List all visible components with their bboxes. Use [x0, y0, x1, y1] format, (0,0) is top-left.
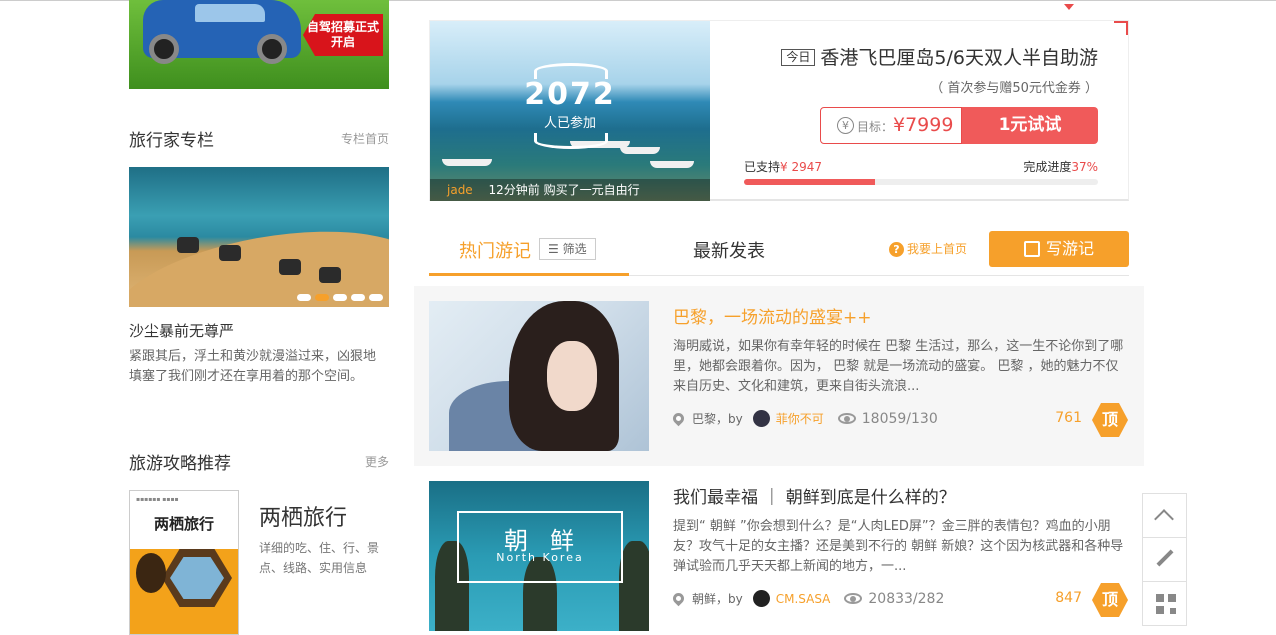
travelogue-tabs: 热门游记 ☰ 筛选 最新发表 ? 我要上首页 写游记: [429, 230, 1129, 276]
purchase-ticker: jade 12分钟前 购买了一元自由行: [430, 179, 710, 201]
guide-title[interactable]: 两栖旅行: [259, 500, 347, 532]
post-meta: 朝鲜，by CM.SASA 20833/282: [670, 590, 945, 607]
post-meta: 巴黎，by 菲你不可 18059/130: [670, 410, 938, 427]
question-icon: ?: [889, 242, 904, 257]
wheel-shape: [257, 34, 287, 64]
post-views: 20833/282: [868, 590, 945, 607]
post-author[interactable]: CM.SASA: [776, 592, 831, 606]
thumb-subtitle: North Korea: [496, 551, 584, 564]
cover-name: 两栖旅行: [153, 515, 214, 533]
post-desc: 提到“ 朝鲜 ”你会想到什么？是“人肉LED屏”？金三胖的表情包？鸡血的小朋友？…: [673, 519, 1124, 574]
progress-value: 37%: [1071, 160, 1098, 174]
ad-tag: 自驾招募正式开启: [303, 14, 383, 56]
column-article-title[interactable]: 沙尘暴前无尊严: [129, 320, 234, 341]
location-pin-icon: [670, 590, 687, 607]
filter-button[interactable]: ☰ 筛选: [539, 238, 596, 260]
bee-mascot-icon: [136, 553, 166, 593]
supported-info: 已支持¥ 2947: [744, 158, 822, 175]
post-desc: 海明威说，如果你有幸年轻的时候在 巴黎 生活过，那么，这一生不论你到了哪里，她都…: [673, 339, 1124, 394]
qr-code-icon: [1156, 594, 1176, 614]
progress-bar-fill: [744, 179, 875, 185]
guide-cover-image[interactable]: ▪▪▪▪▪▪ ▪▪▪▪ 两栖旅行: [129, 490, 239, 635]
tab-hot-label: 热门游记: [459, 241, 531, 262]
dropdown-marker-icon: [1064, 4, 1074, 10]
tab-latest[interactable]: 最新发表: [693, 237, 765, 263]
travelogue-item[interactable]: 朝鲜 North Korea 我们最幸福 ｜ 朝鲜到底是什么样的？ 提到“ 朝鲜…: [414, 466, 1144, 635]
ticker-text: 12分钟前 购买了一元自由行: [488, 183, 640, 197]
pencil-icon: [1156, 549, 1174, 567]
back-to-top-button[interactable]: [1143, 494, 1186, 538]
chevron-up-icon: [1154, 509, 1174, 529]
yen-icon: ¥: [837, 117, 854, 134]
vote-count: 761: [1055, 410, 1082, 426]
target-value: ¥7999: [893, 114, 954, 136]
corner-accent: [1114, 21, 1128, 35]
carousel-dot[interactable]: [351, 294, 365, 301]
post-views: 18059/130: [861, 410, 938, 427]
guides-more-link[interactable]: 更多: [365, 453, 389, 470]
progress-label: 完成进度: [1023, 160, 1072, 174]
post-thumbnail[interactable]: [429, 301, 649, 451]
self-drive-ad-banner[interactable]: 自驾招募正式开启: [129, 0, 389, 89]
try-one-yuan-button[interactable]: 1元试试: [962, 107, 1098, 144]
wheel-shape: [149, 34, 179, 64]
filter-label: 筛选: [562, 242, 587, 256]
guide-desc: 详细的吃、住、行、景点、线路、实用信息: [259, 541, 380, 575]
post-title[interactable]: 巴黎，一场流动的盛宴++: [673, 303, 872, 328]
travelers-section-title: 旅行家专栏: [129, 131, 214, 151]
carousel-dots[interactable]: [297, 294, 383, 301]
tab-hot-travelogues[interactable]: 热门游记 ☰ 筛选: [429, 230, 629, 276]
supported-value: ¥ 2947: [780, 160, 823, 174]
post-location[interactable]: 巴黎，by: [692, 410, 743, 427]
eye-icon: [844, 593, 863, 604]
carousel-dot-active[interactable]: [315, 294, 329, 301]
desert-photo[interactable]: [129, 167, 389, 307]
page: 自驾招募正式开启 旅行家专栏 专栏首页 沙尘暴前无尊严 紧跟其后，浮土和黄沙就漫…: [0, 0, 1276, 635]
avatar[interactable]: [752, 590, 770, 607]
target-box: ¥ 目标： ¥7999: [820, 107, 962, 144]
promo-note: （ 首次参与赠50元代金券 ）: [930, 81, 1098, 96]
vote-count: 847: [1055, 590, 1082, 606]
laurel-bottom: [534, 133, 608, 149]
post-location[interactable]: 朝鲜，by: [692, 590, 743, 607]
participants-label: 人已参加: [543, 116, 596, 131]
progress-bar: [744, 179, 1098, 185]
post-author[interactable]: 菲你不可: [776, 410, 824, 427]
travelogue-item[interactable]: 巴黎，一场流动的盛宴++ 海明威说，如果你有幸年轻的时候在 巴黎 生活过，那么，…: [414, 286, 1144, 466]
location-pin-icon: [670, 410, 687, 427]
carousel-dot[interactable]: [369, 294, 383, 301]
write-travelogue-button[interactable]: 写游记: [989, 231, 1129, 267]
promo-title[interactable]: 今日 香港飞巴厘岛5/6天双人半自助游: [781, 43, 1098, 70]
travelers-more-link[interactable]: 专栏首页: [341, 130, 389, 147]
ticker-user[interactable]: jade: [447, 183, 473, 197]
edit-icon: [1023, 241, 1040, 257]
list-icon: ☰: [548, 242, 563, 256]
column-article-desc: 紧跟其后，浮土和黄沙就漫溢过来，凶狠地填塞了我们刚才还在享用着的那个空间。: [129, 349, 377, 384]
participants-count: 2072: [524, 77, 616, 112]
floating-toolbar: [1142, 493, 1187, 626]
qr-code-button[interactable]: [1143, 582, 1186, 626]
eye-icon: [837, 413, 856, 424]
today-badge: 今日: [781, 49, 816, 66]
carousel-dot[interactable]: [333, 294, 347, 301]
upvote-button[interactable]: 顶: [1092, 403, 1128, 437]
write-label: 写游记: [1045, 239, 1094, 258]
guides-section-title: 旅游攻略推荐: [129, 454, 231, 474]
promo-image[interactable]: 2072 人已参加 jade 12分钟前 购买了一元自由行: [430, 21, 710, 201]
progress-info: 完成进度37%: [1023, 158, 1098, 175]
post-thumbnail[interactable]: 朝鲜 North Korea: [429, 481, 649, 631]
post-title[interactable]: 我们最幸福 ｜ 朝鲜到底是什么样的？: [673, 483, 956, 508]
promo-card: 2072 人已参加 jade 12分钟前 购买了一元自由行 今日 香港飞巴厘岛5/…: [429, 20, 1129, 201]
feature-on-homepage-link[interactable]: ? 我要上首页: [889, 240, 967, 257]
feedback-button[interactable]: [1143, 538, 1186, 582]
promo-title-text: 香港飞巴厘岛5/6天双人半自助游: [820, 47, 1098, 69]
avatar[interactable]: [752, 410, 770, 427]
carousel-dot[interactable]: [297, 294, 311, 301]
cover-small-print: ▪▪▪▪▪▪ ▪▪▪▪: [136, 496, 179, 503]
target-label: 目标：: [857, 120, 894, 134]
upvote-button[interactable]: 顶: [1092, 583, 1128, 617]
supported-label: 已支持: [744, 160, 781, 174]
help-label: 我要上首页: [907, 242, 968, 256]
